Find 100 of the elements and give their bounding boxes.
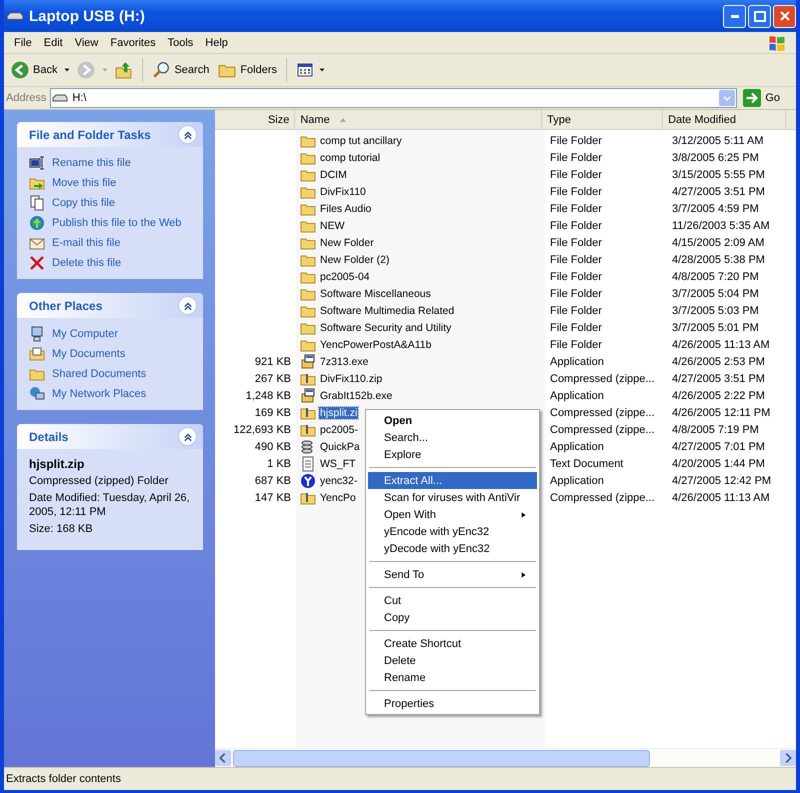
modified-date: 3/7/2005 5:03 PM	[672, 304, 759, 316]
close-button[interactable]	[773, 4, 796, 28]
folders-button[interactable]: Folders	[215, 59, 280, 81]
file-size: 267 KB	[254, 372, 291, 384]
menu-item[interactable]: Edit	[38, 36, 69, 48]
double-chevron-up-icon	[182, 130, 192, 140]
file-name[interactable]: 7z313.exe	[319, 356, 370, 368]
task-link[interactable]: E-mail this file	[29, 235, 193, 251]
menu-item[interactable]: Extract All...	[368, 472, 537, 489]
search-button[interactable]: Search	[149, 59, 212, 81]
column-header[interactable]: Type	[542, 110, 664, 129]
menu-item[interactable]: Copy	[368, 609, 537, 626]
file-name[interactable]: New Folder	[319, 236, 375, 248]
file-name[interactable]: NEW	[319, 220, 346, 232]
collapse-button[interactable]	[178, 125, 197, 144]
menu-item[interactable]: Open	[368, 412, 537, 429]
dropdown-arrow-icon[interactable]	[63, 66, 72, 74]
modified-date: 4/20/2005 1:44 PM	[672, 458, 765, 470]
horizontal-scrollbar[interactable]	[215, 748, 796, 767]
panel-header[interactable]: File and Folder Tasks	[17, 122, 203, 147]
task-link[interactable]: Delete this file	[29, 255, 193, 271]
menu-item[interactable]: yEncode with yEnc32	[368, 523, 537, 540]
modified-date: 4/27/2005 3:51 PM	[672, 372, 765, 384]
menu-item[interactable]: Scan for viruses with AntiVir	[368, 489, 537, 506]
file-name[interactable]: pc2005-04	[319, 270, 371, 282]
file-type: Compressed (zippe...	[550, 372, 655, 384]
file-name[interactable]: DCIM	[319, 168, 348, 180]
file-type: Compressed (zipped) Folder	[29, 474, 170, 488]
menu-item[interactable]: Help	[199, 36, 234, 48]
menu-item[interactable]: Open With	[368, 506, 537, 523]
file-type: File Folder	[550, 254, 602, 266]
file-size: 921 KB	[254, 356, 291, 368]
search-icon	[152, 61, 170, 79]
menu-item[interactable]: Delete	[368, 652, 537, 669]
file-name[interactable]: DivFix110	[319, 186, 367, 198]
file-name[interactable]: Software Multimedia Related	[319, 304, 456, 316]
file-name[interactable]: yenc32-	[319, 474, 358, 486]
file-name[interactable]: QuickPa	[319, 440, 361, 452]
go-button[interactable]: Go	[741, 89, 794, 107]
panel-header[interactable]: Other Places	[17, 293, 203, 318]
file-type: Compressed (zippe...	[550, 424, 655, 436]
file-type: Application	[550, 356, 604, 368]
column-header[interactable]: Date Modified	[663, 110, 786, 129]
file-type: Compressed (zippe...	[550, 492, 655, 504]
file-name[interactable]: WS_FT	[319, 458, 357, 470]
task-link[interactable]: My Network Places	[29, 386, 193, 402]
menu-item[interactable]: Properties	[368, 695, 537, 712]
modified-date: 3/7/2005 5:04 PM	[672, 288, 759, 300]
file-name[interactable]: Software Miscellaneous	[319, 288, 432, 300]
task-link[interactable]: My Documents	[29, 346, 193, 362]
file-name[interactable]: hjsplit.zi	[319, 406, 358, 418]
modified-date: 4/27/2005 12:42 PM	[672, 474, 772, 486]
modified-date: 4/26/2005 12:11 PM	[672, 406, 770, 418]
modified-date: 4/27/2005 7:01 PM	[672, 440, 765, 452]
file-type: File Folder	[550, 270, 602, 282]
file-name[interactable]: New Folder (2)	[319, 254, 390, 266]
file-name[interactable]: YencPo	[319, 492, 357, 504]
menu-item[interactable]: Cut	[368, 592, 537, 609]
column-header[interactable]: Name	[295, 110, 542, 129]
file-size: 169 KB	[254, 406, 291, 418]
column-header[interactable]: Size	[215, 110, 296, 129]
task-link[interactable]: Shared Documents	[29, 366, 193, 382]
menu-item[interactable]: Explore	[368, 446, 537, 463]
task-link[interactable]: Move this file	[29, 175, 193, 191]
panel-header[interactable]: Details	[17, 424, 203, 449]
minimize-button[interactable]	[723, 4, 746, 28]
menu-item[interactable]: Tools	[162, 36, 200, 48]
window-title: Laptop USB (H:)	[29, 8, 146, 24]
file-name[interactable]: Software Security and Utility	[319, 322, 452, 334]
file-name[interactable]: Files Audio	[319, 202, 372, 214]
task-link[interactable]: Rename this file	[29, 155, 193, 171]
menu-item[interactable]: yDecode with yEnc32	[368, 540, 537, 557]
modified-date: 3/7/2005 5:01 PM	[672, 322, 759, 334]
menu-item[interactable]: Create Shortcut	[368, 635, 537, 652]
file-name[interactable]: comp tutorial	[319, 152, 382, 164]
menu-item[interactable]: Rename	[368, 669, 537, 686]
file-size: 1,248 KB	[246, 390, 291, 402]
view-grid-icon	[296, 62, 314, 78]
file-name[interactable]: GrabIt152b.exe	[319, 390, 394, 402]
file-name[interactable]: pc2005-	[319, 424, 359, 436]
file-name[interactable]: comp tut ancillary	[319, 134, 403, 146]
task-link[interactable]: Publish this file to the Web	[29, 215, 193, 231]
file-name[interactable]: DivFix110.zip	[319, 372, 384, 384]
collapse-button[interactable]	[178, 296, 197, 315]
menu-item[interactable]: Send To	[368, 566, 537, 583]
modified-date: 4/15/2005 2:09 AM	[672, 236, 764, 248]
menu-item[interactable]: Search...	[368, 429, 537, 446]
scroll-thumb[interactable]	[233, 750, 650, 766]
menu-item[interactable]: Favorites	[104, 36, 162, 48]
file-name[interactable]: YencPowerPostA&A11b	[319, 338, 432, 350]
menu-item[interactable]: View	[68, 36, 104, 48]
file-size: 122,693 KB	[234, 424, 291, 436]
task-link[interactable]: My Computer	[29, 326, 193, 342]
maximize-button[interactable]	[748, 4, 771, 28]
collapse-button[interactable]	[178, 427, 197, 446]
double-chevron-up-icon	[182, 432, 192, 442]
task-link[interactable]: Copy this file	[29, 195, 193, 211]
address-field[interactable]: H:\	[50, 88, 738, 108]
back-button[interactable]: Back	[8, 59, 60, 81]
menu-item[interactable]: File	[8, 36, 38, 48]
